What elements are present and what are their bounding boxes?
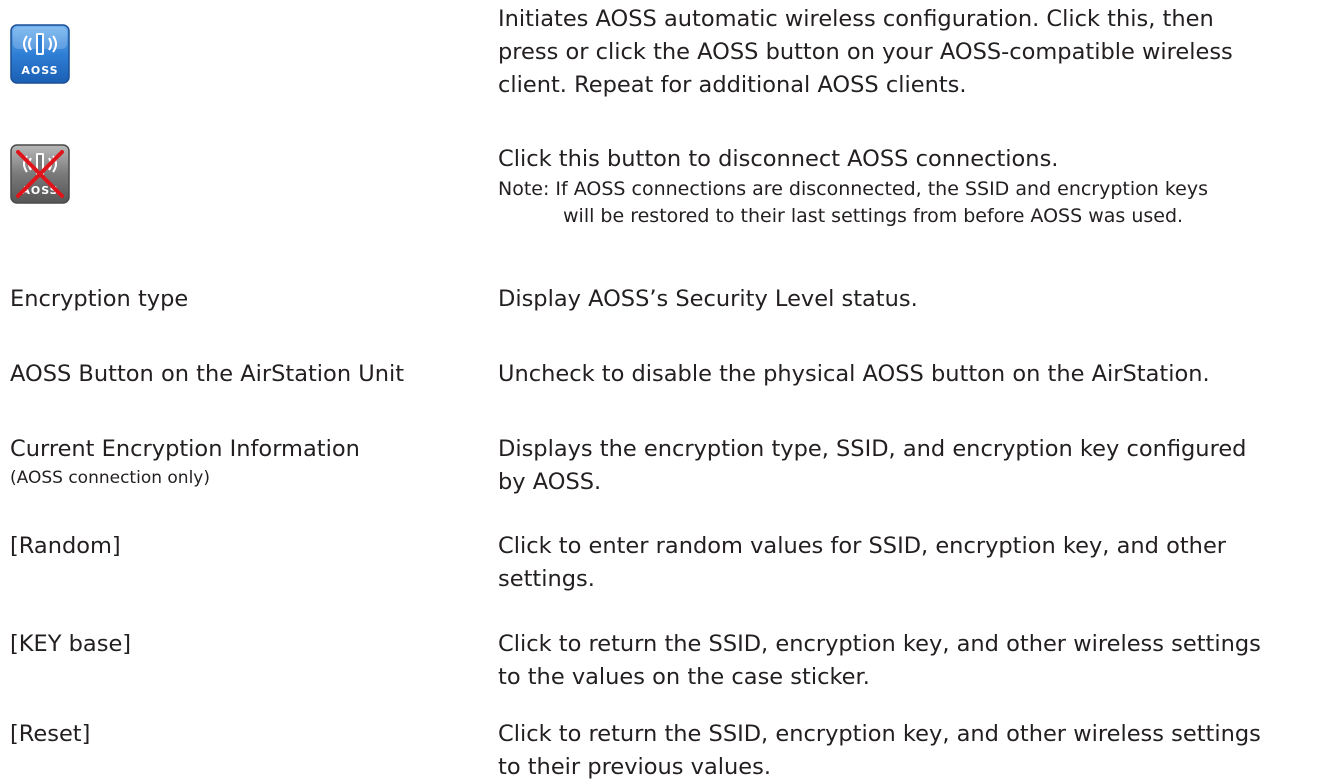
term-label: Current Encryption Information (AOSS con… bbox=[10, 433, 360, 490]
aoss-icon[interactable]: AOSS bbox=[10, 24, 70, 84]
term-description: Click to enter random values for SSID, e… bbox=[498, 530, 1318, 596]
term-description: Click to return the SSID, encryption key… bbox=[498, 628, 1318, 694]
desc-line: by AOSS. bbox=[498, 469, 602, 495]
desc-line: to the values on the case sticker. bbox=[498, 664, 870, 690]
desc-line: press or click the AOSS button on your A… bbox=[498, 39, 1233, 65]
desc-line: Initiates AOSS automatic wireless config… bbox=[498, 6, 1214, 32]
term-description: Uncheck to disable the physical AOSS but… bbox=[498, 358, 1318, 391]
desc-line: Click to enter random values for SSID, e… bbox=[498, 533, 1227, 559]
aoss-disconnect-description: Click this button to disconnect AOSS con… bbox=[498, 143, 1318, 230]
desc-line: Click to return the SSID, encryption key… bbox=[498, 631, 1261, 657]
term-label: [KEY base] bbox=[10, 631, 132, 657]
term-label: AOSS Button on the AirStation Unit bbox=[10, 361, 405, 387]
term-main: Current Encryption Information bbox=[10, 436, 360, 462]
desc-line: Uncheck to disable the physical AOSS but… bbox=[498, 361, 1210, 387]
aoss-icon-label: AOSS bbox=[21, 64, 58, 77]
desc-line: Click to return the SSID, encryption key… bbox=[498, 721, 1261, 747]
term-label: [Random] bbox=[10, 533, 121, 559]
term-label: Encryption type bbox=[10, 286, 189, 312]
note-text-continued: will be restored to their last settings … bbox=[563, 205, 1184, 227]
aoss-button-description: Initiates AOSS automatic wireless config… bbox=[498, 3, 1318, 102]
note-text: Note: If AOSS connections are disconnect… bbox=[498, 178, 1209, 200]
term-description: Display AOSS’s Security Level status. bbox=[498, 283, 1318, 316]
desc-line: Click this button to disconnect AOSS con… bbox=[498, 146, 1059, 172]
desc-line: Displays the encryption type, SSID, and … bbox=[498, 436, 1247, 462]
desc-line: to their previous values. bbox=[498, 754, 771, 780]
term-label: [Reset] bbox=[10, 721, 91, 747]
aoss-disconnect-icon[interactable]: AOSS bbox=[10, 144, 70, 204]
term-description: Click to return the SSID, encryption key… bbox=[498, 718, 1318, 784]
desc-line: settings. bbox=[498, 566, 595, 592]
term-description: Displays the encryption type, SSID, and … bbox=[498, 433, 1318, 499]
desc-line: Display AOSS’s Security Level status. bbox=[498, 286, 918, 312]
term-sub: (AOSS connection only) bbox=[10, 468, 210, 488]
desc-line: client. Repeat for additional AOSS clien… bbox=[498, 72, 967, 98]
